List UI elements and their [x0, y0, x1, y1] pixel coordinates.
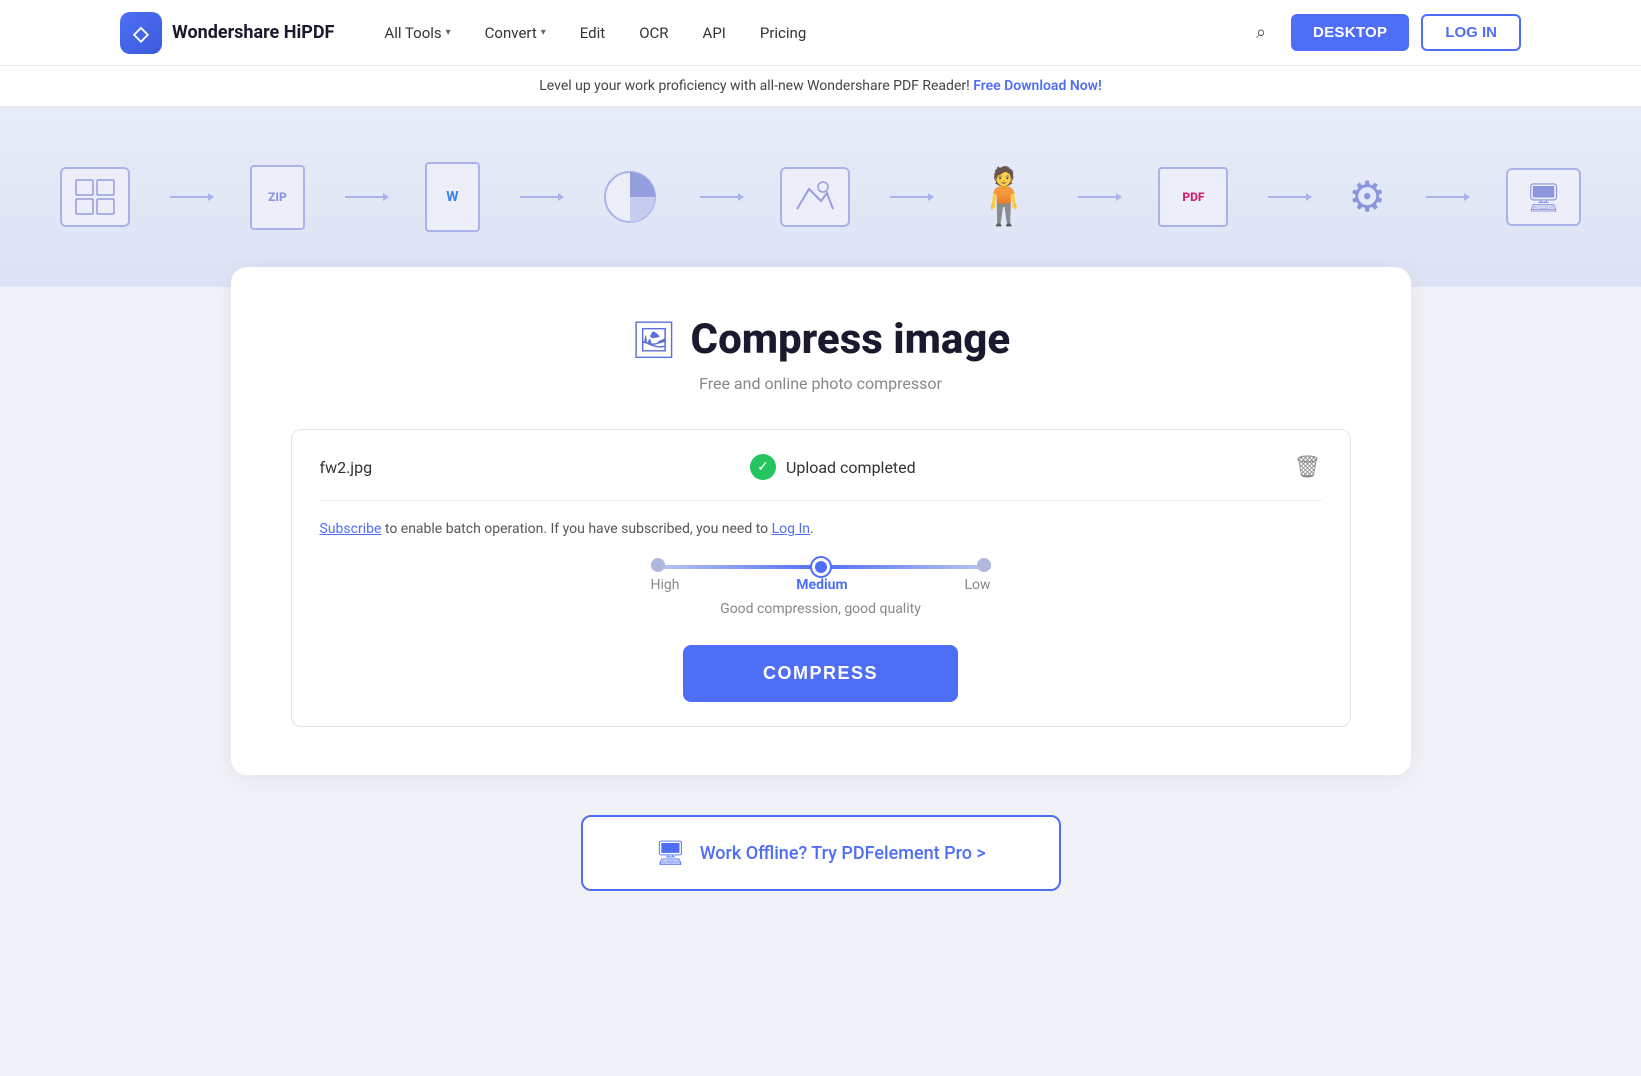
slider-dots: [651, 558, 991, 576]
slider-labels: High Medium Low: [651, 577, 991, 593]
subscribe-link[interactable]: Subscribe: [320, 521, 382, 537]
navbar: ◇ Wondershare HiPDF All Tools ▾ Convert …: [0, 0, 1641, 66]
logo[interactable]: ◇ Wondershare HiPDF: [120, 12, 334, 54]
illus-connector-6: [1078, 196, 1118, 198]
illus-monitor: 🖥: [1506, 168, 1581, 226]
illus-chart: [600, 167, 660, 227]
delete-icon[interactable]: 🗑: [1294, 455, 1322, 480]
nav-links: All Tools ▾ Convert ▾ Edit OCR API Prici…: [370, 16, 1243, 50]
file-row: fw2.jpg ✓ Upload completed 🗑: [320, 454, 1322, 501]
illus-person: 🧍: [970, 165, 1038, 229]
illus-mountain: [780, 167, 850, 227]
chevron-down-icon: ▾: [446, 27, 451, 38]
nav-api[interactable]: API: [689, 16, 740, 50]
compress-button[interactable]: COMPRESS: [683, 645, 958, 702]
nav-all-tools[interactable]: All Tools ▾: [370, 16, 464, 50]
tool-image-icon: 🖼: [631, 319, 677, 361]
nav-convert[interactable]: Convert ▾: [471, 16, 560, 50]
illus-connector-2: [345, 196, 385, 198]
illus-gear: ⚙: [1348, 172, 1386, 222]
illus-zip: ZIP: [250, 165, 305, 230]
file-name: fw2.jpg: [320, 458, 373, 477]
offline-text: Work Offline? Try PDFelement Pro >: [700, 843, 986, 864]
download-link[interactable]: Free Download Now!: [973, 78, 1102, 94]
check-icon: ✓: [750, 454, 776, 480]
desktop-button[interactable]: DESKTOP: [1291, 14, 1409, 51]
illus-connector-1: [170, 196, 210, 198]
upload-area: fw2.jpg ✓ Upload completed 🗑 Subscribe t…: [291, 429, 1351, 727]
login-button[interactable]: LOG IN: [1421, 14, 1521, 51]
logo-icon: ◇: [120, 12, 162, 54]
announcement-bar: Level up your work proficiency with all-…: [0, 66, 1641, 107]
label-high: High: [651, 577, 680, 593]
slider-track[interactable]: [651, 565, 991, 569]
tool-subtitle: Free and online photo compressor: [291, 374, 1351, 393]
nav-pricing[interactable]: Pricing: [746, 16, 820, 50]
hero-illustration: ZIP W 🧍 PDF: [60, 162, 1581, 232]
illus-connector-8: [1426, 196, 1466, 198]
nav-ocr[interactable]: OCR: [625, 16, 682, 50]
tool-title: Compress image: [691, 315, 1011, 364]
compression-section: High Medium Low Good compression, good q…: [320, 565, 1322, 617]
slider-dot-high[interactable]: [651, 558, 665, 572]
illus-word: W: [425, 162, 480, 232]
illus-grid: [60, 167, 130, 227]
monitor-icon: 🖥: [655, 839, 685, 867]
logo-text: Wondershare HiPDF: [172, 22, 334, 43]
illus-connector-4: [700, 196, 740, 198]
slider-dot-medium[interactable]: [812, 558, 830, 576]
nav-edit[interactable]: Edit: [566, 16, 619, 50]
illus-pdf: PDF: [1158, 167, 1228, 227]
search-icon[interactable]: ⌕: [1243, 15, 1279, 51]
slider-dot-low[interactable]: [977, 558, 991, 572]
chevron-down-icon: ▾: [541, 27, 546, 38]
slider-track-container[interactable]: [651, 565, 991, 569]
illus-connector-5: [890, 196, 930, 198]
hero-banner: ZIP W 🧍 PDF: [0, 107, 1641, 287]
compression-desc: Good compression, good quality: [720, 601, 921, 617]
upload-status: ✓ Upload completed: [750, 454, 916, 480]
offline-banner[interactable]: 🖥 Work Offline? Try PDFelement Pro >: [581, 815, 1061, 891]
login-link[interactable]: Log In: [772, 521, 810, 537]
label-medium: Medium: [796, 577, 847, 593]
illus-connector-3: [520, 196, 560, 198]
tool-header: 🖼 Compress image Free and online photo c…: [291, 315, 1351, 393]
tool-card: 🖼 Compress image Free and online photo c…: [231, 267, 1411, 775]
tool-title-row: 🖼 Compress image: [291, 315, 1351, 364]
subscribe-row: Subscribe to enable batch operation. If …: [320, 521, 1322, 537]
main-content: 🖼 Compress image Free and online photo c…: [0, 287, 1641, 951]
nav-right: ⌕ DESKTOP LOG IN: [1243, 14, 1521, 51]
illus-connector-7: [1268, 196, 1308, 198]
label-low: Low: [964, 577, 990, 593]
